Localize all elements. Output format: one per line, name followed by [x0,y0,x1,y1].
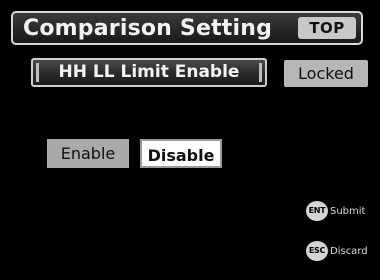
submit-hint[interactable]: ENT Submit [306,201,365,221]
disable-option-button[interactable]: Disable [140,139,222,168]
esc-key-icon: ESC [306,241,328,261]
discard-hint-label: Discard [330,245,368,257]
submit-hint-label: Submit [330,205,366,217]
setting-name-label: HH LL Limit Enable [31,58,267,87]
ent-key-icon: ENT [306,201,328,221]
title-bar: Comparison Setting TOP [11,11,363,45]
enable-option-button[interactable]: Enable [47,139,129,168]
lock-status-badge: Locked [284,60,368,87]
discard-hint[interactable]: ESC Discard [306,241,368,261]
top-button[interactable]: TOP [298,17,356,39]
page-title: Comparison Setting [23,16,273,41]
comparison-setting-screen: Comparison Setting TOP HH LL Limit Enabl… [0,0,380,280]
